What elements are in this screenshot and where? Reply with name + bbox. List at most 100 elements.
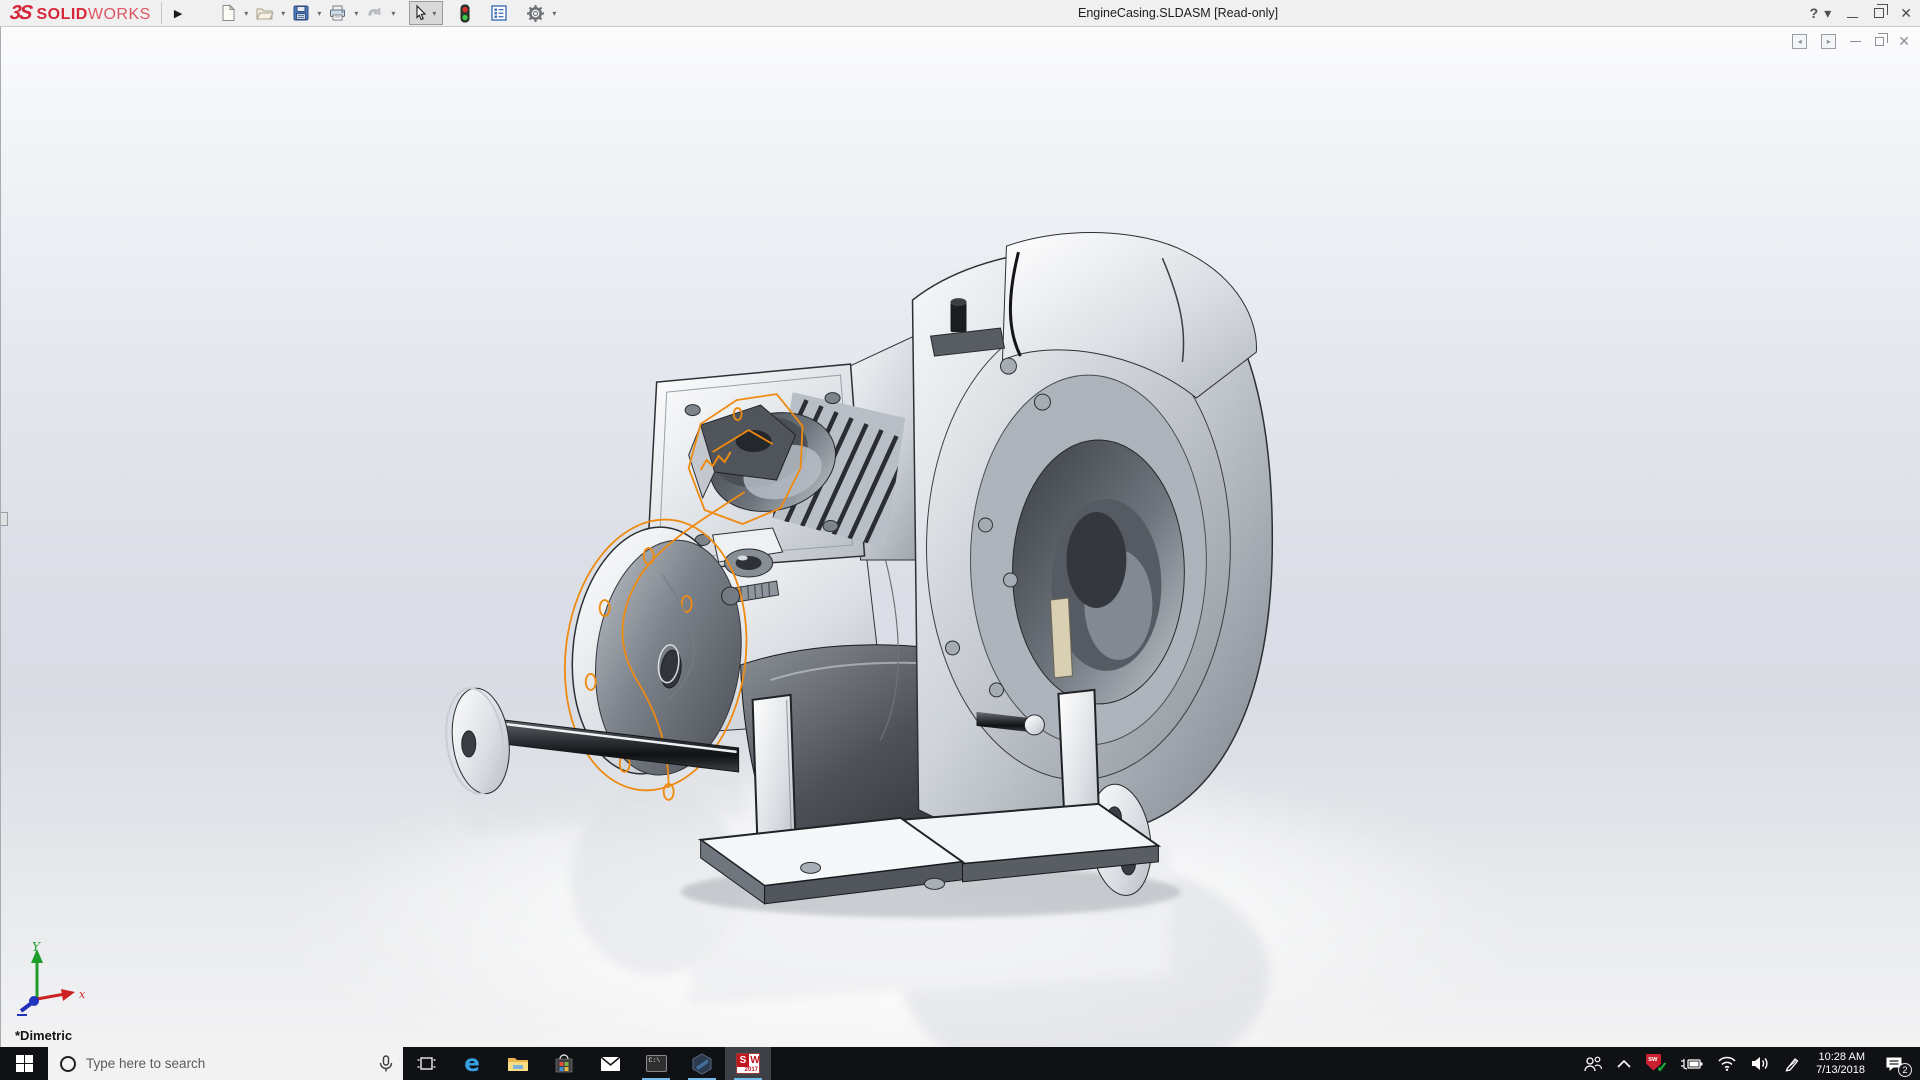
window-controls: ? ▾ ✕ xyxy=(1810,0,1912,27)
command-prompt-icon: C:\ xyxy=(646,1055,667,1072)
taskbar-file-explorer[interactable] xyxy=(495,1047,541,1080)
close-button[interactable]: ✕ xyxy=(1900,0,1912,27)
help-caret-icon[interactable]: ▾ xyxy=(1824,0,1831,27)
help-button[interactable]: ? xyxy=(1810,0,1819,27)
save-caret-icon[interactable]: ▾ xyxy=(317,9,321,18)
brand-solid-text: SOLID xyxy=(36,6,87,24)
printer-icon xyxy=(328,4,347,22)
properties-list-icon xyxy=(490,4,508,22)
microphone-icon[interactable] xyxy=(379,1055,393,1073)
new-document-icon xyxy=(219,4,237,22)
wifi-icon xyxy=(1717,1056,1737,1071)
undo-caret-icon[interactable]: ▾ xyxy=(391,9,395,18)
power-status[interactable] xyxy=(1672,1047,1710,1080)
triad-y-label: Y xyxy=(32,941,41,954)
sw-icon-s: S xyxy=(737,1054,749,1067)
solidworks-monitor-tray[interactable]: sw ✓ xyxy=(1638,1047,1672,1080)
gasket-block[interactable] xyxy=(1050,598,1072,678)
minimize-icon xyxy=(1847,17,1858,19)
selection-filter-button[interactable] xyxy=(455,1,475,26)
view-orientation-label: *Dimetric xyxy=(15,1028,72,1043)
graphics-viewport[interactable]: ◂ ▸ ✕ xyxy=(0,27,1920,1047)
hexagon-app-icon xyxy=(691,1053,713,1075)
windows-logo-icon xyxy=(16,1055,33,1072)
search-placeholder: Type here to search xyxy=(86,1056,379,1071)
quick-access-toolbar: ▾ ▾ ▾ ▾ xyxy=(216,1,560,26)
new-caret-icon[interactable]: ▾ xyxy=(244,9,248,18)
volume-button[interactable] xyxy=(1744,1047,1777,1080)
clock-time: 10:28 AM xyxy=(1819,1051,1865,1064)
system-tray: sw ✓ xyxy=(1576,1047,1920,1080)
minimize-button[interactable] xyxy=(1847,0,1858,27)
print-button[interactable] xyxy=(325,1,350,25)
undo-button[interactable] xyxy=(362,1,387,25)
menu-expand-arrow-icon[interactable]: ▶ xyxy=(168,5,188,22)
cortana-icon xyxy=(60,1056,76,1072)
3ds-logo-icon: 3S xyxy=(8,2,32,25)
taskbar-edge[interactable]: e xyxy=(449,1047,495,1080)
network-status[interactable] xyxy=(1710,1047,1744,1080)
new-document-button[interactable] xyxy=(216,1,240,25)
triad-x-arrow xyxy=(61,989,75,1001)
print-caret-icon[interactable]: ▾ xyxy=(354,9,358,18)
file-properties-button[interactable] xyxy=(487,1,511,25)
open-caret-icon[interactable]: ▾ xyxy=(281,9,285,18)
gear-icon xyxy=(526,4,545,23)
save-button[interactable] xyxy=(289,1,313,25)
traffic-light-icon xyxy=(458,4,472,23)
taskbar-edrawings[interactable] xyxy=(679,1047,725,1080)
taskbar-store[interactable] xyxy=(541,1047,587,1080)
select-cursor-icon xyxy=(412,4,430,22)
task-view-button[interactable] xyxy=(403,1047,449,1080)
taskbar-clock[interactable]: 10:28 AM 7/13/2018 xyxy=(1807,1051,1874,1077)
engine-casing-model[interactable] xyxy=(1,27,1920,1047)
select-tool-button[interactable]: ▾ xyxy=(409,1,443,25)
chevron-up-icon xyxy=(1617,1060,1631,1068)
options-button[interactable] xyxy=(523,1,548,26)
save-floppy-icon xyxy=(292,4,310,22)
select-caret-icon[interactable]: ▾ xyxy=(432,9,436,18)
notification-count-badge: 2 xyxy=(1898,1063,1912,1077)
speaker-icon xyxy=(1751,1056,1770,1071)
hex-bolt[interactable] xyxy=(1034,394,1050,410)
options-caret-icon[interactable]: ▾ xyxy=(552,9,556,18)
taskbar-mail[interactable] xyxy=(587,1047,633,1080)
taskbar-search-box[interactable]: Type here to search xyxy=(48,1047,403,1080)
clock-date: 7/13/2018 xyxy=(1816,1064,1865,1077)
open-document-button[interactable] xyxy=(252,1,277,25)
mail-icon xyxy=(600,1056,621,1072)
left-rod-flange[interactable] xyxy=(447,685,515,797)
triad-z-axis xyxy=(29,996,39,1006)
top-stud[interactable] xyxy=(951,302,967,332)
restore-button[interactable] xyxy=(1874,0,1884,27)
battery-plug-icon xyxy=(1679,1057,1703,1071)
window-title: EngineCasing.SLDASM [Read-only] xyxy=(1078,6,1278,20)
start-button[interactable] xyxy=(0,1047,48,1080)
solidworks-logo: 3S SOLID WORKS xyxy=(10,2,151,25)
brand-works-text: WORKS xyxy=(88,6,151,24)
open-folder-icon xyxy=(255,4,274,22)
restore-icon xyxy=(1874,8,1884,18)
windows-ink-button[interactable] xyxy=(1777,1047,1807,1080)
taskbar-solidworks[interactable]: S W 2017 xyxy=(725,1047,771,1080)
pen-icon xyxy=(1784,1056,1800,1072)
triad-x-label: x xyxy=(79,988,86,1001)
orientation-triad: Y x xyxy=(7,941,97,1019)
title-bar: 3S SOLID WORKS ▶ ▾ ▾ ▾ xyxy=(0,0,1920,27)
base-hole xyxy=(801,862,821,873)
people-button[interactable] xyxy=(1576,1047,1610,1080)
taskbar-command-prompt[interactable]: C:\ xyxy=(633,1047,679,1080)
toolbar-separator xyxy=(161,2,162,24)
action-center-button[interactable]: 2 xyxy=(1874,1047,1914,1080)
task-view-icon xyxy=(417,1055,436,1072)
undo-arrow-icon xyxy=(365,4,384,22)
edge-icon: e xyxy=(464,1051,480,1077)
tray-overflow-button[interactable] xyxy=(1610,1047,1638,1080)
hex-bolt[interactable] xyxy=(1000,358,1016,374)
microsoft-store-icon xyxy=(554,1054,574,1074)
people-icon xyxy=(1583,1056,1603,1072)
sw-shield-check-icon: sw ✓ xyxy=(1645,1054,1665,1074)
hex-nut[interactable] xyxy=(722,587,740,605)
sw-icon-year: 2017 xyxy=(745,1067,758,1073)
file-explorer-icon xyxy=(507,1055,529,1073)
